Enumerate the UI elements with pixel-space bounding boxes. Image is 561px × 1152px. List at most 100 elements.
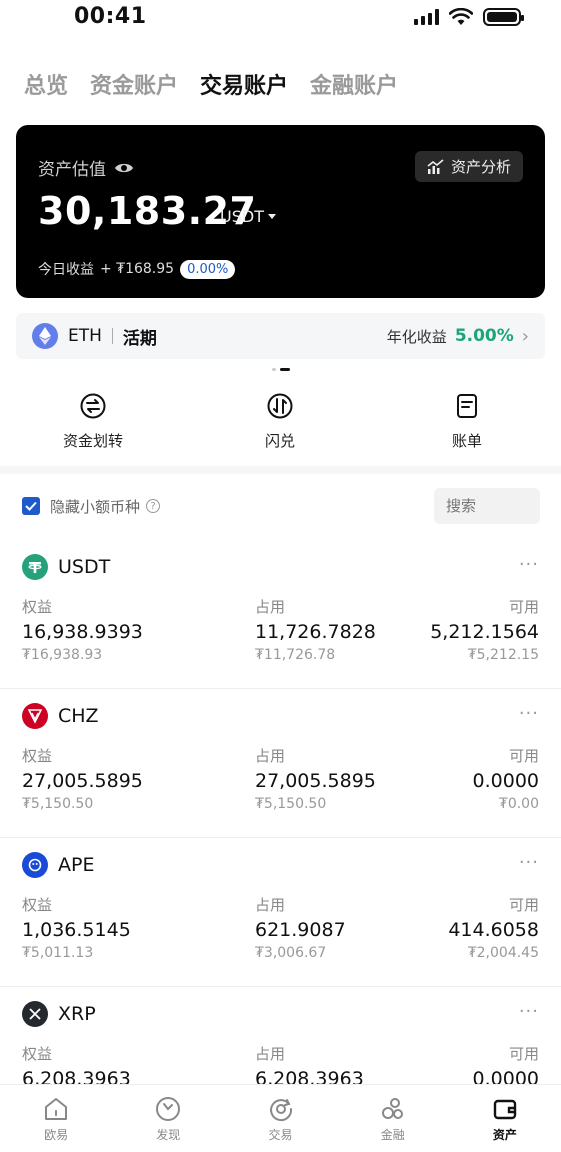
equity-column: 权益 6,208.3963 <box>22 1045 131 1090</box>
swap-button[interactable]: 闪兑 <box>220 392 340 451</box>
asset-analysis-button[interactable]: 资产分析 <box>414 151 523 182</box>
coin-row-usdt[interactable]: USDT ··· 权益 16,938.9393 ₮16,938.93 占用 11… <box>0 540 561 689</box>
used-value: 11,726.7828 <box>255 621 376 643</box>
section-divider <box>0 466 561 474</box>
today-pnl-row: 今日收益 + ₮168.95 0.00% <box>38 259 236 279</box>
used-value: 621.9087 <box>255 919 346 941</box>
equity-value: 27,005.5895 <box>22 770 143 792</box>
earn-rate-label: 年化收益 <box>386 327 447 346</box>
nav-assets[interactable]: 资产 <box>449 1085 561 1152</box>
analysis-chart-icon <box>427 158 444 174</box>
used-column: 占用 27,005.5895 ₮5,150.50 <box>255 747 376 812</box>
today-pnl-percent: 0.00% <box>180 259 236 279</box>
status-icons <box>414 8 524 26</box>
carousel-indicator <box>272 368 290 371</box>
equity-fiat: ₮16,938.93 <box>22 647 103 663</box>
nav-home[interactable]: 欧易 <box>0 1085 112 1152</box>
ape-icon <box>22 852 48 878</box>
account-tabs: 总览 资金账户 交易账户 金融账户 <box>24 68 398 100</box>
coin-header: XRP <box>22 1001 96 1027</box>
bill-icon <box>457 394 477 418</box>
earn-coin: ETH <box>68 326 102 346</box>
coin-name: CHZ <box>58 705 99 727</box>
more-icon[interactable]: ··· <box>519 703 539 724</box>
transfer-icon <box>80 393 106 419</box>
coin-header: CHZ <box>22 703 99 729</box>
equity-fiat: ₮5,150.50 <box>22 796 94 812</box>
earn-rate-group: 年化收益 5.00% › <box>387 326 529 347</box>
nav-finance[interactable]: 金融 <box>337 1085 449 1152</box>
currency-unit-select[interactable]: USDT <box>220 207 276 226</box>
used-fiat: ₮11,726.78 <box>255 647 336 663</box>
available-column: 可用 0.0000 ₮0.00 <box>472 747 539 812</box>
coin-name: USDT <box>58 556 111 578</box>
available-value: 0.0000 <box>472 770 539 792</box>
earn-type: 活期 <box>122 328 157 349</box>
equity-column: 权益 27,005.5895 ₮5,150.50 <box>22 747 143 812</box>
available-value: 5,212.1564 <box>430 621 539 643</box>
used-column: 占用 6,208.3963 <box>255 1045 364 1090</box>
available-fiat: ₮2,004.45 <box>467 945 539 961</box>
coin-row-chz[interactable]: CHZ ··· 权益 27,005.5895 ₮5,150.50 占用 27,0… <box>0 689 561 838</box>
today-pnl-value: + ₮168.95 <box>100 261 175 277</box>
home-icon <box>45 1098 68 1120</box>
wifi-icon <box>449 8 473 25</box>
equity-fiat: ₮5,011.13 <box>22 945 94 961</box>
chz-icon <box>22 703 48 729</box>
earn-banner[interactable]: ETH 活期 年化收益 5.00% › <box>16 313 545 359</box>
today-pnl-label: 今日收益 <box>38 262 94 278</box>
used-fiat: ₮3,006.67 <box>255 945 327 961</box>
available-column: 可用 414.6058 ₮2,004.45 <box>448 896 539 961</box>
tab-overview[interactable]: 总览 <box>24 68 68 100</box>
available-fiat: ₮0.00 <box>498 796 539 812</box>
available-column: 可用 0.0000 <box>472 1045 539 1090</box>
cellular-signal-icon <box>414 9 439 25</box>
usdt-icon <box>22 554 48 580</box>
available-value: 414.6058 <box>448 919 539 941</box>
more-icon[interactable]: ··· <box>519 554 539 575</box>
equity-value: 16,938.9393 <box>22 621 143 643</box>
tab-finance-account[interactable]: 金融账户 <box>310 68 398 100</box>
transfer-button[interactable]: 资金划转 <box>33 392 153 451</box>
available-column: 可用 5,212.1564 ₮5,212.15 <box>430 598 539 663</box>
eth-icon <box>32 323 58 349</box>
hide-small-checkbox[interactable] <box>22 497 40 515</box>
nav-trade[interactable]: 交易 <box>224 1085 336 1152</box>
battery-icon <box>483 8 524 26</box>
used-column: 占用 11,726.7828 ₮11,726.78 <box>255 598 376 663</box>
tab-trading-account[interactable]: 交易账户 <box>200 68 288 100</box>
search-input[interactable] <box>434 488 540 524</box>
chevron-right-icon: › <box>521 325 529 347</box>
bill-button[interactable]: 账单 <box>407 392 527 451</box>
help-icon[interactable]: ? <box>146 499 161 513</box>
equity-column: 权益 16,938.9393 ₮16,938.93 <box>22 598 143 663</box>
xrp-icon <box>22 1001 48 1027</box>
coin-name: APE <box>58 854 95 876</box>
more-icon[interactable]: ··· <box>519 1001 539 1022</box>
check-icon <box>25 501 37 511</box>
asset-valuation-label: 资产估值 <box>38 155 134 180</box>
equity-column: 权益 1,036.5145 ₮5,011.13 <box>22 896 131 961</box>
status-bar: 00:41 <box>0 0 561 40</box>
equity-value: 1,036.5145 <box>22 919 131 941</box>
coin-header: APE <box>22 852 94 878</box>
trade-icon <box>269 1099 292 1122</box>
coin-header: USDT <box>22 554 110 580</box>
more-icon[interactable]: ··· <box>519 852 539 873</box>
status-time: 00:41 <box>74 4 147 29</box>
finance-icon <box>381 1098 403 1119</box>
divider <box>111 328 113 344</box>
wallet-icon <box>493 1099 517 1120</box>
eye-icon[interactable] <box>114 161 134 175</box>
caret-down-icon <box>267 213 276 219</box>
discover-icon <box>156 1097 181 1121</box>
nav-discover[interactable]: 发现 <box>112 1085 224 1152</box>
hide-small-label[interactable]: 隐藏小额币种 <box>50 496 140 517</box>
asset-card: 资产估值 资产分析 30,183.27 USDT 今日收益 + ₮168.95 … <box>16 125 545 298</box>
filter-row: 隐藏小额币种 ? <box>22 488 540 524</box>
tab-funding-account[interactable]: 资金账户 <box>90 68 178 100</box>
earn-rate: 5.00% <box>454 326 514 346</box>
coin-row-ape[interactable]: APE ··· 权益 1,036.5145 ₮5,011.13 占用 621.9… <box>0 838 561 987</box>
used-column: 占用 621.9087 ₮3,006.67 <box>255 896 346 961</box>
used-value: 27,005.5895 <box>255 770 376 792</box>
